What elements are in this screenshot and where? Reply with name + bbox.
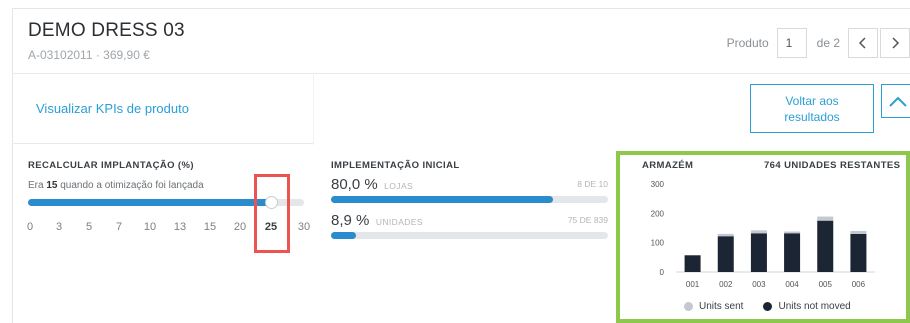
slider-tick[interactable]: 10 bbox=[144, 221, 156, 233]
chevron-right-icon bbox=[892, 37, 900, 49]
units-count: 75 DE 839 bbox=[567, 215, 608, 225]
product-code-price: A-03102011 · 369,90 € bbox=[28, 48, 150, 62]
units-bar-fill bbox=[331, 232, 356, 239]
warehouse-heading: ARMAZÉM bbox=[642, 160, 694, 171]
pager-label: Produto bbox=[726, 36, 769, 50]
column-divider bbox=[313, 75, 314, 145]
selected-value-highlight bbox=[254, 174, 290, 253]
stores-percent: 80,0 % bbox=[331, 176, 378, 193]
slider-tick[interactable]: 20 bbox=[234, 221, 246, 233]
stores-bar bbox=[331, 196, 608, 203]
header-divider bbox=[12, 73, 910, 74]
recalc-note-suffix: quando a otimização foi lançada bbox=[60, 180, 204, 191]
next-product-button[interactable] bbox=[880, 28, 910, 58]
pager-total: de 2 bbox=[816, 36, 840, 50]
product-title: DEMO DRESS 03 bbox=[28, 20, 185, 41]
legend-units-not-moved-label: Units not moved bbox=[778, 301, 851, 312]
units-stat: 8,9 % UNIDADES 75 DE 839 bbox=[331, 212, 608, 232]
stores-count: 8 DE 10 bbox=[577, 179, 608, 189]
back-to-results-label: Voltar aos resultados bbox=[784, 93, 840, 124]
back-to-results-button[interactable]: Voltar aos resultados bbox=[750, 84, 874, 133]
prev-product-button[interactable] bbox=[848, 28, 878, 58]
slider-tick[interactable]: 0 bbox=[27, 221, 33, 233]
chart-legend: Units sent Units not moved bbox=[684, 301, 851, 312]
chevron-up-icon bbox=[889, 96, 907, 107]
slider-tick[interactable]: 5 bbox=[86, 221, 92, 233]
chevron-left-icon bbox=[858, 37, 866, 49]
recalc-note: Era 15 quando a otimização foi lançada bbox=[28, 180, 204, 191]
slider-tick[interactable]: 30 bbox=[298, 221, 310, 233]
recalc-note-prefix: Era bbox=[28, 180, 44, 191]
slider-tick[interactable]: 15 bbox=[204, 221, 216, 233]
collapse-button[interactable] bbox=[881, 84, 910, 118]
legend-units-not-moved-swatch bbox=[763, 302, 773, 311]
recalc-note-value: 15 bbox=[46, 180, 58, 191]
stores-stat: 80,0 % LOJAS 8 DE 10 bbox=[331, 176, 608, 196]
stores-bar-fill bbox=[331, 196, 553, 203]
implementation-heading: IMPLEMENTAÇÃO INICIAL bbox=[331, 160, 460, 171]
slider-fill bbox=[28, 199, 271, 206]
warehouse-remaining: 764 UNIDADES RESTANTES bbox=[764, 160, 901, 171]
units-percent: 8,9 % bbox=[331, 212, 370, 229]
slider-tick[interactable]: 3 bbox=[56, 221, 62, 233]
pager-current-input[interactable] bbox=[776, 28, 807, 58]
view-kpis-link[interactable]: Visualizar KPIs de produto bbox=[36, 101, 189, 116]
units-unit: UNIDADES bbox=[375, 217, 423, 227]
units-bar bbox=[331, 232, 608, 239]
slider-tick[interactable]: 7 bbox=[116, 221, 122, 233]
legend-units-sent-label: Units sent bbox=[699, 301, 744, 312]
warehouse-highlight bbox=[616, 151, 910, 323]
slider-tick[interactable]: 13 bbox=[174, 221, 186, 233]
section-divider bbox=[12, 143, 314, 144]
product-pager: Produto de 2 bbox=[727, 28, 910, 58]
stores-unit: LOJAS bbox=[384, 181, 414, 191]
recalc-heading: RECALCULAR IMPLANTAÇÃO (%) bbox=[28, 160, 194, 171]
legend-units-sent-swatch bbox=[684, 302, 693, 311]
